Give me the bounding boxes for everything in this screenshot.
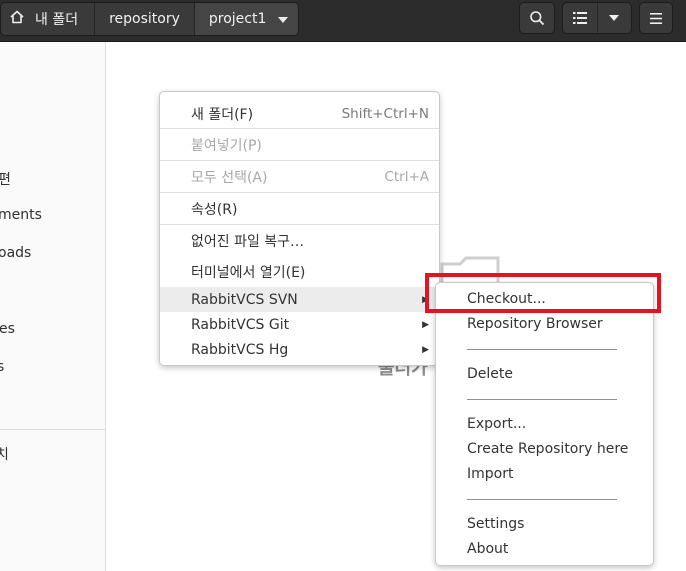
menu-separator <box>467 349 617 350</box>
svn-item-delete[interactable]: Delete <box>436 362 653 386</box>
menu-item-accel: Ctrl+A <box>384 169 429 185</box>
sidebar-item[interactable]: 편 <box>0 169 11 189</box>
menu-item-label: Create Repository here <box>467 441 629 457</box>
breadcrumb-label: 내 폴더 <box>35 12 79 28</box>
chevron-down-icon <box>278 11 289 27</box>
menu-item-label: 모두 선택(A) <box>191 170 268 186</box>
breadcrumb: 내 폴더 repository project1 <box>0 2 300 36</box>
menu-item-label: 붙여넣기(P) <box>191 138 262 154</box>
menu-item-label: Import <box>467 466 514 482</box>
header-bar: 내 폴더 repository project1 <box>0 0 686 42</box>
main-menu-button[interactable] <box>639 2 673 34</box>
svn-item-export[interactable]: Export... <box>436 412 653 436</box>
search-button[interactable] <box>519 2 555 34</box>
submenu-arrow-icon: ▶ <box>422 344 429 355</box>
menu-item-label: 터미널에서 열기(E) <box>191 265 306 281</box>
svn-item-create-repository[interactable]: Create Repository here <box>436 437 653 461</box>
submenu-arrow-icon: ▶ <box>422 319 429 330</box>
breadcrumb-repository[interactable]: repository <box>95 3 195 35</box>
sidebar-item-downloads[interactable]: oads <box>0 245 31 261</box>
context-menu: 새 폴더(F) Shift+Ctrl+N 붙여넣기(P) 모두 선택(A) Ct… <box>159 91 440 366</box>
menu-item-label: About <box>467 541 509 557</box>
svn-item-import[interactable]: Import <box>436 462 653 486</box>
menu-item-restore-missing[interactable]: 없어진 파일 복구… <box>160 227 439 255</box>
menu-item-rabbitvcs-svn[interactable]: RabbitVCS SVN ▶ <box>160 287 439 312</box>
menu-item-label: Delete <box>467 366 513 382</box>
menu-item-properties[interactable]: 속성(R) <box>160 195 439 223</box>
menu-separator <box>467 399 617 400</box>
menu-item-label: Repository Browser <box>467 316 603 332</box>
highlight-annotation-box <box>425 273 661 313</box>
menu-item-rabbitvcs-hg[interactable]: RabbitVCS Hg ▶ <box>160 337 439 362</box>
menu-separator <box>160 224 439 225</box>
sidebar-item-pictures[interactable]: es <box>0 321 15 337</box>
menu-item-rabbitvcs-git[interactable]: RabbitVCS Git ▶ <box>160 312 439 337</box>
menu-item-select-all[interactable]: 모두 선택(A) Ctrl+A <box>160 163 439 191</box>
breadcrumb-label: repository <box>109 11 180 27</box>
breadcrumb-label: project1 <box>208 11 267 27</box>
svn-item-repository-browser[interactable]: Repository Browser <box>436 312 653 336</box>
menu-item-label: 속성(R) <box>191 202 238 218</box>
menu-item-label: RabbitVCS Hg <box>191 341 289 358</box>
sidebar-item-other-locations[interactable]: 치 <box>0 444 9 464</box>
menu-item-label: RabbitVCS SVN <box>191 291 298 308</box>
list-view-icon <box>572 12 587 24</box>
menu-item-accel: Shift+Ctrl+N <box>341 106 429 122</box>
breadcrumb-project1[interactable]: project1 <box>194 3 299 35</box>
menu-item-label: Export... <box>467 416 527 432</box>
breadcrumb-home[interactable]: 내 폴더 <box>1 3 96 35</box>
sidebar-item-videos[interactable]: s <box>0 359 4 375</box>
sidebar: 편 ments oads es s 치 <box>0 42 106 571</box>
chevron-down-icon <box>609 15 620 21</box>
view-dropdown-button[interactable] <box>598 3 632 33</box>
svn-item-settings[interactable]: Settings <box>436 512 653 536</box>
menu-item-label: RabbitVCS Git <box>191 316 290 333</box>
view-options-group <box>562 2 632 34</box>
sidebar-item-documents[interactable]: ments <box>0 207 42 223</box>
hamburger-menu-icon <box>650 12 662 24</box>
menu-item-paste[interactable]: 붙여넣기(P) <box>160 131 439 159</box>
svn-item-about[interactable]: About <box>436 537 653 561</box>
svn-submenu: Checkout... Repository Browser Delete Ex… <box>435 282 654 566</box>
menu-item-open-terminal[interactable]: 터미널에서 열기(E) <box>160 258 439 286</box>
list-view-button[interactable] <box>563 3 598 33</box>
search-icon <box>529 10 545 26</box>
menu-separator <box>160 192 439 193</box>
menu-item-label: 새 폴더(F) <box>191 107 254 123</box>
home-icon <box>9 9 25 29</box>
menu-item-new-folder[interactable]: 새 폴더(F) Shift+Ctrl+N <box>160 100 439 128</box>
menu-separator <box>467 499 617 500</box>
menu-separator <box>160 128 439 129</box>
sidebar-divider <box>0 429 105 430</box>
menu-item-label: 없어진 파일 복구… <box>191 234 305 250</box>
menu-item-label: Settings <box>467 516 525 532</box>
menu-separator <box>160 160 439 161</box>
